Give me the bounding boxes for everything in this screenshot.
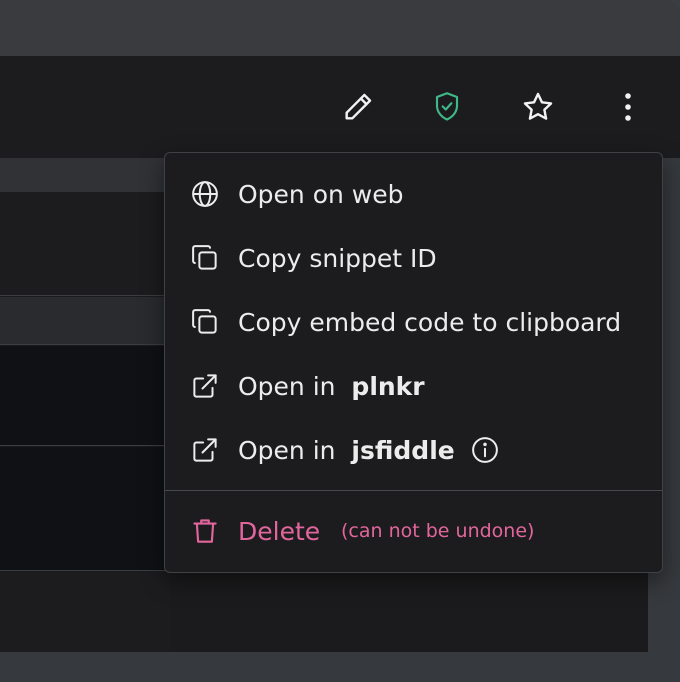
menu-item-open-in-plnkr[interactable]: Open in plnkr (165, 358, 662, 414)
more-vertical-icon (625, 93, 631, 121)
content-panel (0, 572, 170, 652)
copy-icon (189, 242, 221, 274)
pencil-icon (345, 93, 372, 120)
menu-item-open-in-jsfiddle[interactable]: Open in jsfiddle (165, 422, 662, 478)
menu-item-copy-snippet-id[interactable]: Copy snippet ID (165, 230, 662, 286)
options-menu: Open on web Copy snippet ID Copy embed c… (164, 152, 663, 573)
content-header-strip (0, 158, 170, 192)
menu-item-open-on-web[interactable]: Open on web (165, 166, 662, 222)
menu-item-copy-embed-code[interactable]: Copy embed code to clipboard (165, 294, 662, 350)
label-prefix: Open in (238, 435, 336, 465)
toolbar (0, 56, 680, 158)
security-button[interactable] (425, 56, 469, 158)
menu-item-label: Open in jsfiddle (238, 436, 455, 465)
content-panel (0, 297, 170, 345)
menu-item-label: Copy snippet ID (238, 243, 437, 273)
label-prefix: Open in (238, 371, 336, 401)
info-icon[interactable] (470, 435, 500, 465)
menu-separator (165, 490, 662, 491)
code-panel (0, 346, 170, 446)
favorite-button[interactable] (516, 56, 560, 158)
label-target: plnkr (351, 371, 425, 401)
window-background (0, 652, 680, 682)
copy-icon (189, 306, 221, 338)
menu-item-label: Copy embed code to clipboard (238, 307, 622, 337)
app-window: Open on web Copy snippet ID Copy embed c… (0, 0, 680, 682)
external-link-icon (189, 434, 221, 466)
title-bar (0, 0, 680, 56)
content-panel (0, 192, 170, 296)
delete-warning-note: (can not be undone) (341, 520, 535, 542)
external-link-icon (189, 370, 221, 402)
menu-item-label: Delete (238, 516, 321, 546)
label-target: jsfiddle (351, 435, 455, 465)
code-panel (0, 447, 170, 571)
menu-item-delete[interactable]: Delete (can not be undone) (165, 503, 662, 559)
edit-button[interactable] (336, 56, 380, 158)
menu-item-label: Open on web (238, 179, 404, 209)
shield-check-icon (435, 92, 459, 121)
menu-item-label: Open in plnkr (238, 372, 425, 401)
trash-icon (189, 515, 221, 547)
globe-icon (189, 178, 221, 210)
star-icon (523, 92, 553, 120)
more-options-button[interactable] (606, 56, 650, 158)
